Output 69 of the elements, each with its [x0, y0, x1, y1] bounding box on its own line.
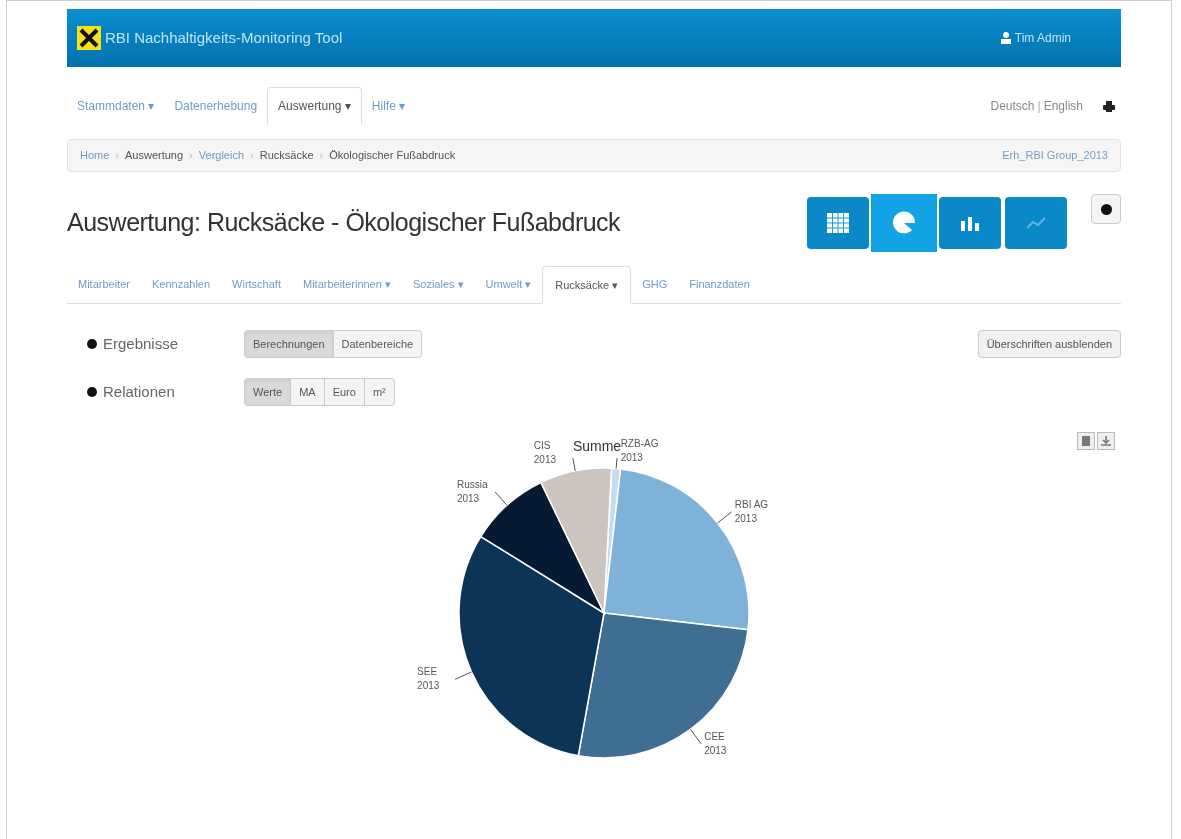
chart-type-button[interactable] [871, 194, 937, 252]
info-icon [87, 387, 97, 397]
toggle-button[interactable]: Berechnungen [244, 330, 334, 358]
separator-text: | [1037, 98, 1041, 115]
breadcrumb-link[interactable]: Vergleich [198, 147, 245, 164]
slice-label: SEE 2013 [417, 665, 441, 694]
breadcrumb-link[interactable]: Home [80, 147, 110, 164]
category-tab[interactable]: Mitarbeiterinnen ▾ [292, 265, 402, 303]
user-link[interactable]: Tim Admin [1014, 29, 1071, 47]
slice-label: RZB-AG 2013 [620, 436, 660, 465]
category-tab[interactable]: Finanzdaten [678, 265, 761, 303]
option-label: Ergebnisse [103, 333, 180, 354]
hide-headings-button[interactable]: Überschriften ausblenden [977, 330, 1121, 358]
document-icon [1081, 436, 1091, 446]
language-link[interactable]: English [1043, 97, 1083, 115]
separator-text: › [250, 148, 254, 164]
line-chart-icon [1027, 216, 1045, 230]
logo-icon [77, 26, 101, 50]
nav-tab[interactable]: Stammdaten ▾ [67, 87, 165, 125]
app-title[interactable]: RBI Nachhaltigkeits-Monitoring Tool [105, 26, 343, 50]
nav-tab[interactable]: Hilfe ▾ [361, 87, 416, 125]
dataset-link[interactable]: Erh_RBI Group_2013 [1002, 147, 1108, 164]
print-chart-button[interactable] [1077, 432, 1095, 450]
toggle-button[interactable]: m² [363, 378, 395, 406]
leader-line [717, 511, 733, 524]
help-button[interactable] [1091, 194, 1121, 224]
language-link[interactable]: Deutsch [990, 97, 1035, 115]
leader-line [615, 458, 619, 469]
chart-type-button[interactable] [939, 197, 1001, 249]
chart-title: Summe [572, 437, 622, 454]
leader-line [454, 671, 473, 680]
category-tab[interactable]: Wirtschaft [221, 265, 292, 303]
page-title: Auswertung: Rucksäcke - Ökologischer Fußabdruck [67, 207, 621, 238]
category-tab[interactable]: GHG [631, 265, 679, 303]
chart-type-button[interactable] [807, 197, 869, 249]
help-icon [1100, 203, 1112, 215]
user-icon [1000, 32, 1011, 44]
breadcrumb-text: Auswertung [125, 148, 184, 164]
bar-chart-icon [961, 215, 979, 231]
category-tab[interactable]: Rucksäcke ▾ [542, 266, 632, 304]
option-label: Relationen [103, 381, 176, 402]
category-tab[interactable]: Mitarbeiter [67, 265, 141, 303]
table-icon [827, 213, 849, 233]
category-tab[interactable]: Soziales ▾ [401, 265, 475, 303]
category-tab[interactable]: Umwelt ▾ [474, 265, 543, 303]
breadcrumb-text: Rucksäcke [259, 148, 314, 164]
separator-text: › [115, 148, 119, 164]
toggle-button[interactable]: Euro [323, 378, 365, 406]
download-icon [1101, 436, 1111, 446]
slice-label: RBI AG 2013 [734, 497, 770, 526]
pie-chart-icon [892, 211, 916, 235]
category-tab[interactable]: Kennzahlen [140, 265, 222, 303]
download-chart-button[interactable] [1097, 432, 1115, 450]
slice-label: CIS 2013 [533, 439, 558, 468]
toggle-button[interactable]: MA [290, 378, 325, 406]
leader-line [689, 728, 702, 745]
leader-line [571, 458, 576, 472]
toggle-button[interactable]: Werte [244, 378, 292, 406]
nav-tab[interactable]: Auswertung ▾ [267, 87, 362, 125]
slice-label: CEE 2013 [704, 729, 728, 758]
breadcrumb-text: Ökologischer Fußabdruck [329, 148, 456, 164]
separator-text: › [319, 148, 324, 164]
toggle-button[interactable]: Datenbereiche [332, 330, 423, 358]
leader-line [494, 491, 508, 506]
info-icon [87, 339, 97, 349]
print-icon[interactable] [1103, 100, 1115, 112]
separator-text: › [189, 148, 193, 164]
slice-label: Russia 2013 [456, 477, 489, 506]
nav-tab[interactable]: Datenerhebung [164, 87, 268, 125]
